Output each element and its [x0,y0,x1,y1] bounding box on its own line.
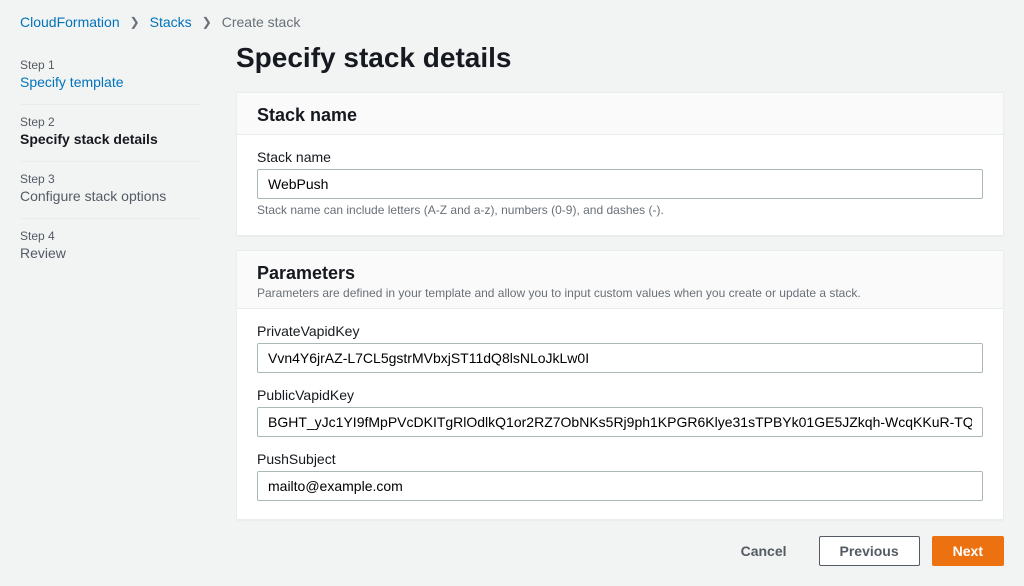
panel-header: Stack name [237,93,1003,135]
public-vapid-key-input[interactable] [257,407,983,437]
field-label: Stack name [257,149,983,165]
breadcrumb-stacks[interactable]: Stacks [150,14,192,30]
cancel-button[interactable]: Cancel [721,537,807,565]
parameters-panel: Parameters Parameters are defined in you… [236,250,1004,520]
field-label: PrivateVapidKey [257,323,983,339]
field-label: PublicVapidKey [257,387,983,403]
step-title: Specify template [20,74,200,90]
breadcrumb-current: Create stack [222,14,301,30]
step-title: Review [20,245,200,261]
step-title: Configure stack options [20,188,200,204]
previous-button[interactable]: Previous [819,536,920,566]
private-vapid-key-input[interactable] [257,343,983,373]
breadcrumb-cloudformation[interactable]: CloudFormation [20,14,120,30]
wizard-steps: Step 1 Specify template Step 2 Specify s… [20,42,200,572]
panel-header: Parameters Parameters are defined in you… [237,251,1003,309]
stack-name-field: Stack name Stack name can include letter… [257,149,983,217]
param-push-subject: PushSubject [257,451,983,501]
wizard-footer: Cancel Previous Next [236,534,1004,572]
wizard-step-4: Step 4 Review [20,219,200,275]
wizard-step-2: Step 2 Specify stack details [20,105,200,162]
push-subject-input[interactable] [257,471,983,501]
breadcrumb: CloudFormation ❯ Stacks ❯ Create stack [0,0,1024,42]
wizard-step-3: Step 3 Configure stack options [20,162,200,219]
field-help: Stack name can include letters (A-Z and … [257,203,983,217]
next-button[interactable]: Next [932,536,1004,566]
step-number: Step 2 [20,115,200,129]
param-private-vapid-key: PrivateVapidKey [257,323,983,373]
param-public-vapid-key: PublicVapidKey [257,387,983,437]
chevron-right-icon: ❯ [130,15,140,29]
step-number: Step 4 [20,229,200,243]
field-label: PushSubject [257,451,983,467]
panel-description: Parameters are defined in your template … [257,286,983,300]
main-content: Specify stack details Stack name Stack n… [236,42,1004,572]
stack-name-input[interactable] [257,169,983,199]
wizard-step-1[interactable]: Step 1 Specify template [20,48,200,105]
step-number: Step 1 [20,58,200,72]
panel-heading: Stack name [257,105,983,126]
page-title: Specify stack details [236,42,1004,74]
panel-heading: Parameters [257,263,983,284]
chevron-right-icon: ❯ [202,15,212,29]
stack-name-panel: Stack name Stack name Stack name can inc… [236,92,1004,236]
step-number: Step 3 [20,172,200,186]
step-title: Specify stack details [20,131,200,147]
